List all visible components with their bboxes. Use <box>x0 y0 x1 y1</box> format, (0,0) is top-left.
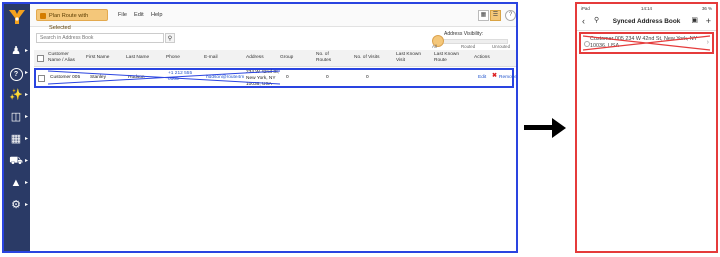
add-user-icon[interactable]: ♟ <box>9 44 23 58</box>
sidebar: ♟ ▸ ? ▸ ✨ ▸ ◫ ▸ ▦ ▸ ⛟ ▸ ▲ ▸ ⚙ ▸ <box>4 4 30 251</box>
route-icon[interactable]: ✨ <box>9 88 23 102</box>
chevron-right-icon: ▸ <box>25 70 29 76</box>
chevron-right-icon: ▸ <box>25 114 29 120</box>
chevron-right-icon: ▸ <box>25 202 29 208</box>
cross-out-overlay <box>582 35 711 51</box>
cart-icon[interactable]: ◫ <box>9 110 23 124</box>
chart-icon[interactable]: ▲ <box>9 176 23 190</box>
address-list-item[interactable]: Customer 005 234 W 42nd St, New York, NY… <box>579 32 714 54</box>
column-header[interactable]: Last Known Visit <box>396 52 424 63</box>
visibility-label-routed: Routed <box>461 44 476 49</box>
column-header[interactable]: E-mail <box>204 55 218 61</box>
column-header[interactable]: Phone <box>166 55 180 61</box>
navigation-bar: ‹ ⚲ Synced Address Book ▣ + <box>577 13 716 31</box>
column-header[interactable]: No. of Routes <box>316 52 342 63</box>
table-header: Customer Name / Alias First Name Last Na… <box>34 50 516 67</box>
visibility-label-unrouted: Unrouted <box>492 44 511 49</box>
help-circle-icon[interactable]: ? <box>9 66 23 81</box>
arrow-right-icon <box>524 125 554 130</box>
chevron-right-icon: ▸ <box>25 158 29 164</box>
column-header[interactable]: Last Name <box>126 55 149 61</box>
chevron-right-icon: ▸ <box>25 180 29 186</box>
building-icon[interactable]: ▦ <box>9 132 23 146</box>
visibility-title: Address Visibility: <box>444 31 484 37</box>
menu-help[interactable]: Help <box>151 12 163 18</box>
column-header[interactable]: Group <box>280 55 293 61</box>
user-settings-icon[interactable]: ⚙ <box>9 198 23 212</box>
plan-route-button[interactable]: Plan Route with Selected <box>36 9 108 31</box>
truck-icon[interactable]: ⛟ <box>9 154 23 168</box>
menu-file[interactable]: File <box>118 12 127 18</box>
app-logo-icon <box>9 10 25 24</box>
chevron-right-icon: ▸ <box>25 48 29 54</box>
map-icon[interactable]: ▣ <box>691 16 698 26</box>
chevron-right-icon: ▸ <box>25 92 29 98</box>
column-header[interactable]: First Name <box>86 55 109 61</box>
toolbar: Plan Route with Selected File Edit Help … <box>30 4 516 31</box>
help-button[interactable]: ? <box>505 10 516 21</box>
cross-out-overlay <box>47 70 281 85</box>
arrow-head <box>552 118 566 138</box>
column-header[interactable]: No. of Visits <box>354 55 380 61</box>
status-battery: 36 % <box>701 6 712 11</box>
select-all-checkbox[interactable] <box>37 55 44 62</box>
status-bar: iPad 14:14 36 % <box>577 4 716 13</box>
plan-route-label: Plan Route with Selected <box>49 13 89 31</box>
list-view-icon[interactable]: ☰ <box>490 10 501 21</box>
chevron-right-icon: ▸ <box>25 136 29 142</box>
phone-app-window: iPad 14:14 36 % ‹ ⚲ Synced Address Book … <box>575 2 718 253</box>
column-header: Actions <box>474 55 490 60</box>
add-icon[interactable]: + <box>706 16 711 26</box>
grid-view-icon[interactable]: ▦ <box>478 10 489 21</box>
search-icon[interactable]: ⚲ <box>165 33 175 43</box>
column-header[interactable]: Customer Name / Alias <box>48 52 78 63</box>
search-input[interactable] <box>36 33 164 43</box>
menu-edit[interactable]: Edit <box>134 12 144 18</box>
table-row[interactable]: Customer 005 Stanley Hudson +1 212 555 0… <box>34 68 516 88</box>
desktop-app-window: ♟ ▸ ? ▸ ✨ ▸ ◫ ▸ ▦ ▸ ⛟ ▸ ▲ ▸ ⚙ ▸ Plan Rou… <box>2 2 518 253</box>
visibility-label-all: All <box>432 44 437 49</box>
status-time: 14:14 <box>641 6 652 11</box>
column-header[interactable]: Last Known Route <box>434 52 462 63</box>
route-plan-icon <box>40 13 46 19</box>
column-header[interactable]: Address <box>246 55 264 61</box>
